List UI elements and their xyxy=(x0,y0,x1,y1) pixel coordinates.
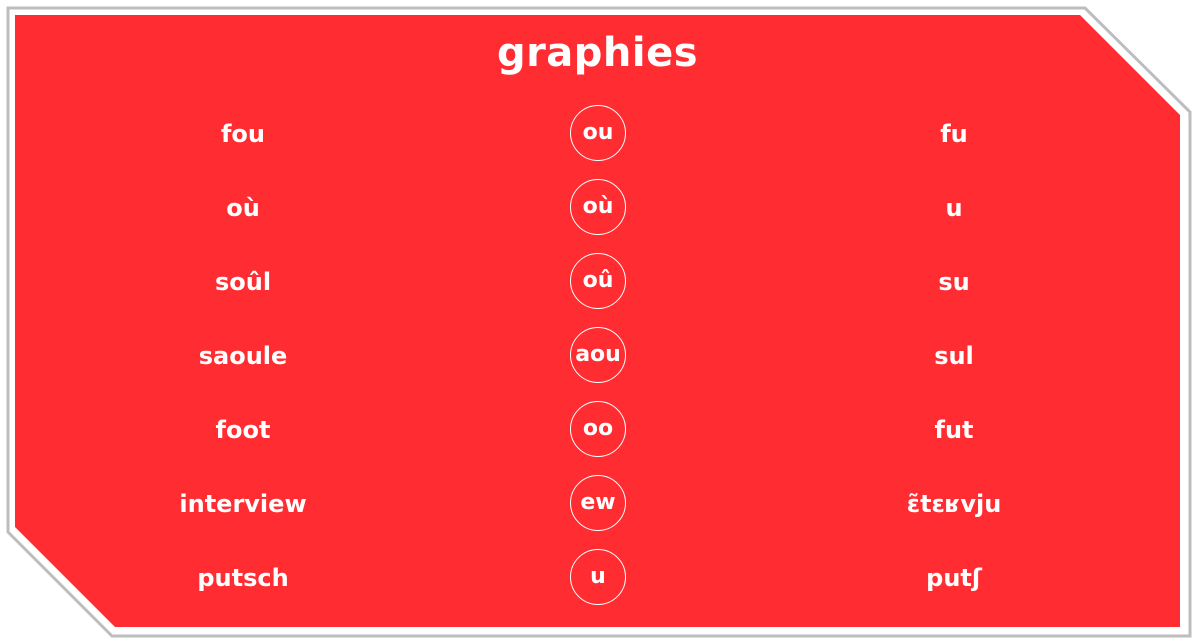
graphie-row: foot oo fut xyxy=(0,401,1195,459)
phonetic-transcription: fu xyxy=(940,120,968,148)
phonetic-transcription: sul xyxy=(934,342,974,370)
phonetic-transcription: su xyxy=(938,268,970,296)
grapheme-circle: aou xyxy=(570,327,626,383)
grapheme-circle: oû xyxy=(570,253,626,309)
phonetic-transcription: ɛ̃tɛʁvju xyxy=(906,490,1002,518)
graphie-row: où où u xyxy=(0,179,1195,237)
phonetic-transcription: u xyxy=(945,194,963,222)
card-frame xyxy=(0,0,1195,642)
example-word: saoule xyxy=(198,342,288,370)
grapheme-circle: où xyxy=(570,179,626,235)
card-background xyxy=(6,6,1192,638)
grapheme-circle: ew xyxy=(570,475,626,531)
page-title: graphies xyxy=(496,30,699,76)
example-word: fou xyxy=(220,120,265,148)
example-word: interview xyxy=(179,490,307,518)
graphie-row: interview ew ɛ̃tɛʁvju xyxy=(0,475,1195,533)
graphie-row: putsch u putʃ xyxy=(0,549,1195,607)
graphie-row: saoule aou sul xyxy=(0,327,1195,385)
graphie-row: soûl oû su xyxy=(0,253,1195,311)
example-word: soûl xyxy=(214,268,272,296)
phonetic-transcription: putʃ xyxy=(926,564,982,592)
graphie-row: fou ou fu xyxy=(0,105,1195,163)
example-word: putsch xyxy=(197,564,289,592)
example-word: foot xyxy=(215,416,271,444)
example-word: où xyxy=(226,194,260,222)
grapheme-circle: oo xyxy=(570,401,626,457)
phonetic-transcription: fut xyxy=(934,416,974,444)
grapheme-circle: u xyxy=(570,549,626,605)
grapheme-circle: ou xyxy=(570,105,626,161)
